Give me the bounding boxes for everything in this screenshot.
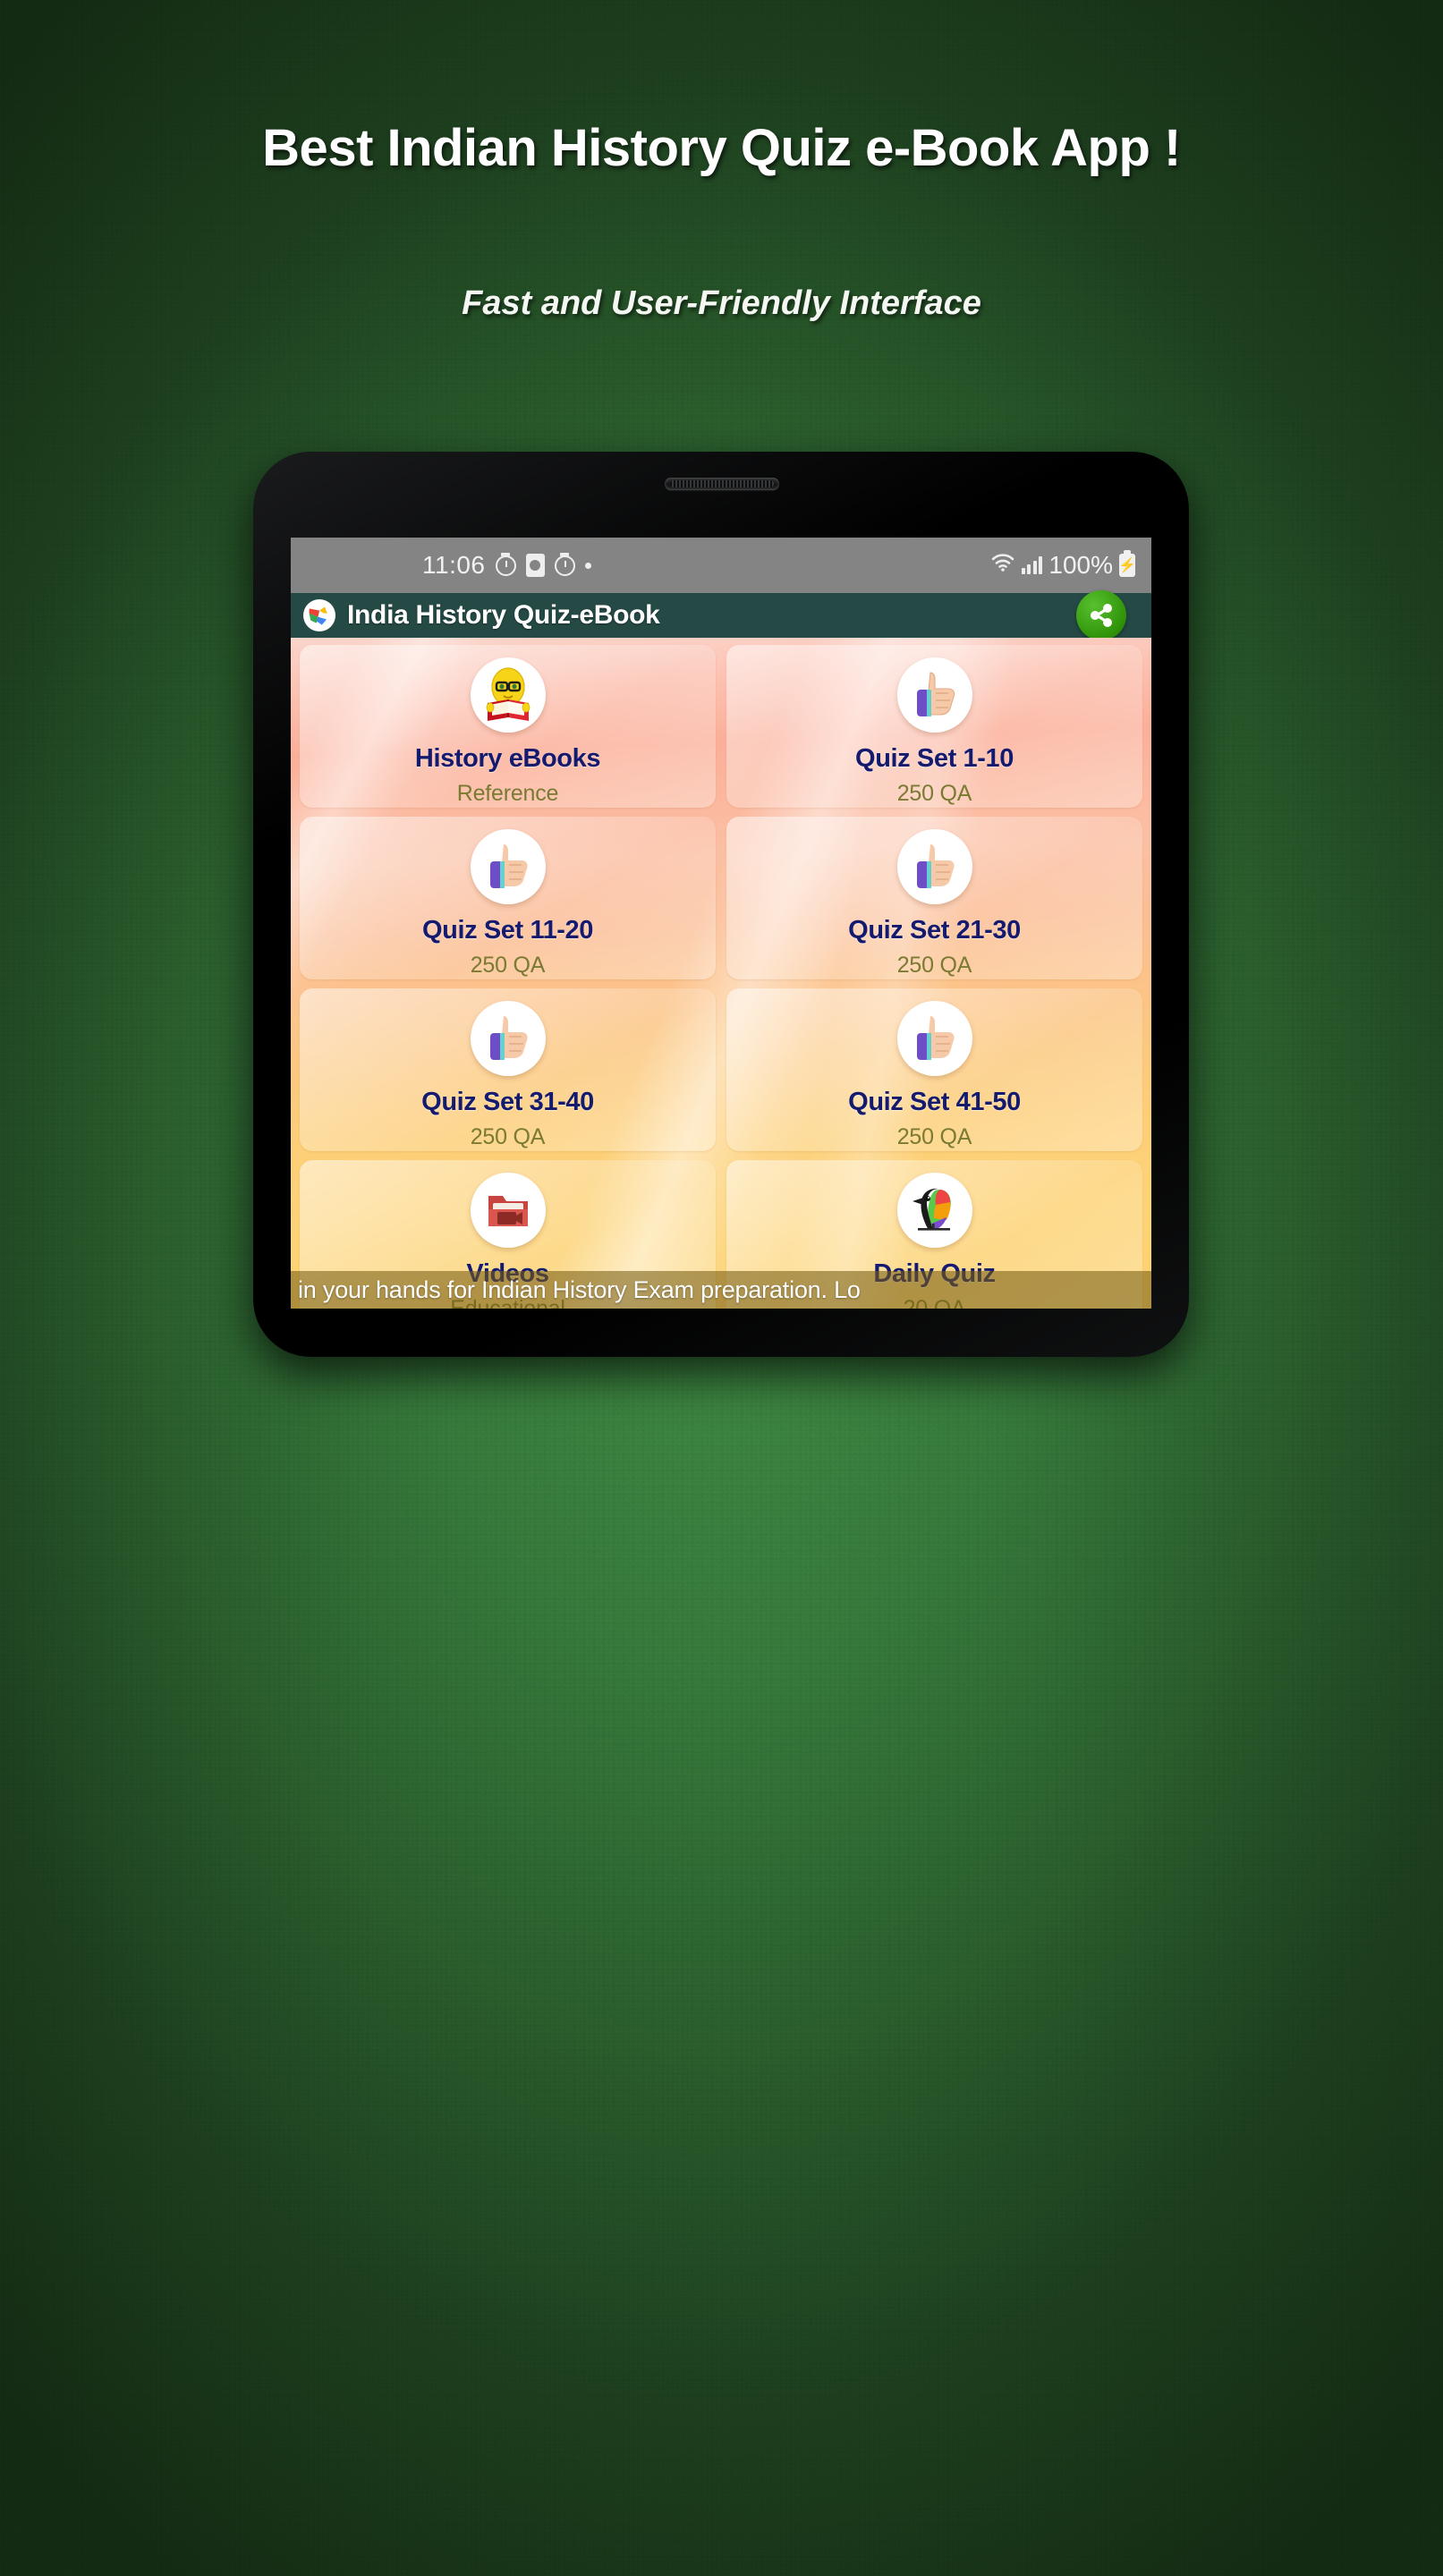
tile-title: Quiz Set 21-30: [848, 916, 1021, 945]
status-bar: 11:06 100%: [291, 538, 1151, 593]
feature-grid: History eBooks Reference Quiz Set 1-10 2…: [291, 638, 1151, 1309]
timer-icon: [495, 555, 516, 576]
thumbs-up-icon: [896, 657, 972, 733]
status-bar-right: 100%: [990, 551, 1135, 580]
tile-quiz-set-31-40[interactable]: Quiz Set 31-40 250 QA: [300, 988, 716, 1151]
tile-quiz-set-11-20[interactable]: Quiz Set 11-20 250 QA: [300, 817, 716, 979]
video-folder-icon: [470, 1173, 546, 1248]
tile-subtitle: 250 QA: [896, 781, 972, 806]
tile-title: Quiz Set 11-20: [421, 916, 594, 945]
thumbs-up-icon: [470, 829, 546, 904]
dot-icon: [584, 562, 591, 569]
wifi-icon: [990, 552, 1015, 580]
app-bar: India History Quiz-eBook: [291, 590, 1151, 640]
signal-icon: [1021, 556, 1043, 574]
promo-subheadline: Fast and User-Friendly Interface: [462, 284, 981, 322]
parrot-icon: [896, 1173, 972, 1248]
tile-title: Quiz Set 41-50: [848, 1088, 1021, 1116]
battery-charging-icon: [1119, 554, 1135, 577]
scrolling-ticker: in your hands for Indian History Exam pr…: [291, 1271, 1151, 1309]
thumbs-up-icon: [470, 1001, 546, 1076]
battery-percent: 100%: [1048, 551, 1113, 579]
tile-title: Quiz Set 31-40: [421, 1088, 594, 1116]
share-icon[interactable]: [1076, 590, 1126, 640]
ticker-text: in your hands for Indian History Exam pr…: [298, 1275, 861, 1303]
tile-quiz-set-21-30[interactable]: Quiz Set 21-30 250 QA: [726, 817, 1142, 979]
tile-subtitle: Reference: [456, 781, 559, 806]
google-play-icon: [303, 599, 335, 631]
phone-speaker-grille: [664, 478, 779, 490]
tile-history-ebooks[interactable]: History eBooks Reference: [300, 645, 716, 808]
tile-title: Quiz Set 1-10: [855, 744, 1014, 773]
status-time: 11:06: [422, 551, 486, 579]
tile-subtitle: 250 QA: [896, 953, 972, 978]
tile-subtitle: 250 QA: [896, 1124, 972, 1149]
reading-face-icon: [470, 657, 546, 733]
app-content: History eBooks Reference Quiz Set 1-10 2…: [291, 638, 1151, 1309]
status-bar-left: 11:06: [422, 551, 591, 580]
tile-quiz-set-1-10[interactable]: Quiz Set 1-10 250 QA: [726, 645, 1142, 808]
clock-widget-icon: [525, 554, 545, 577]
thumbs-up-icon: [896, 1001, 972, 1076]
tile-subtitle: 250 QA: [470, 1124, 546, 1149]
timer-icon: [554, 555, 575, 576]
tile-subtitle: 250 QA: [470, 953, 546, 978]
app-title: India History Quiz-eBook: [347, 600, 660, 630]
phone-screen: 11:06 100% ⚡ India History Quiz-eBook Hi…: [291, 538, 1151, 1309]
tile-title: History eBooks: [414, 744, 601, 773]
thumbs-up-icon: [896, 829, 972, 904]
tile-quiz-set-41-50[interactable]: Quiz Set 41-50 250 QA: [726, 988, 1142, 1151]
promo-headline: Best Indian History Quiz e-Book App !: [262, 119, 1181, 177]
